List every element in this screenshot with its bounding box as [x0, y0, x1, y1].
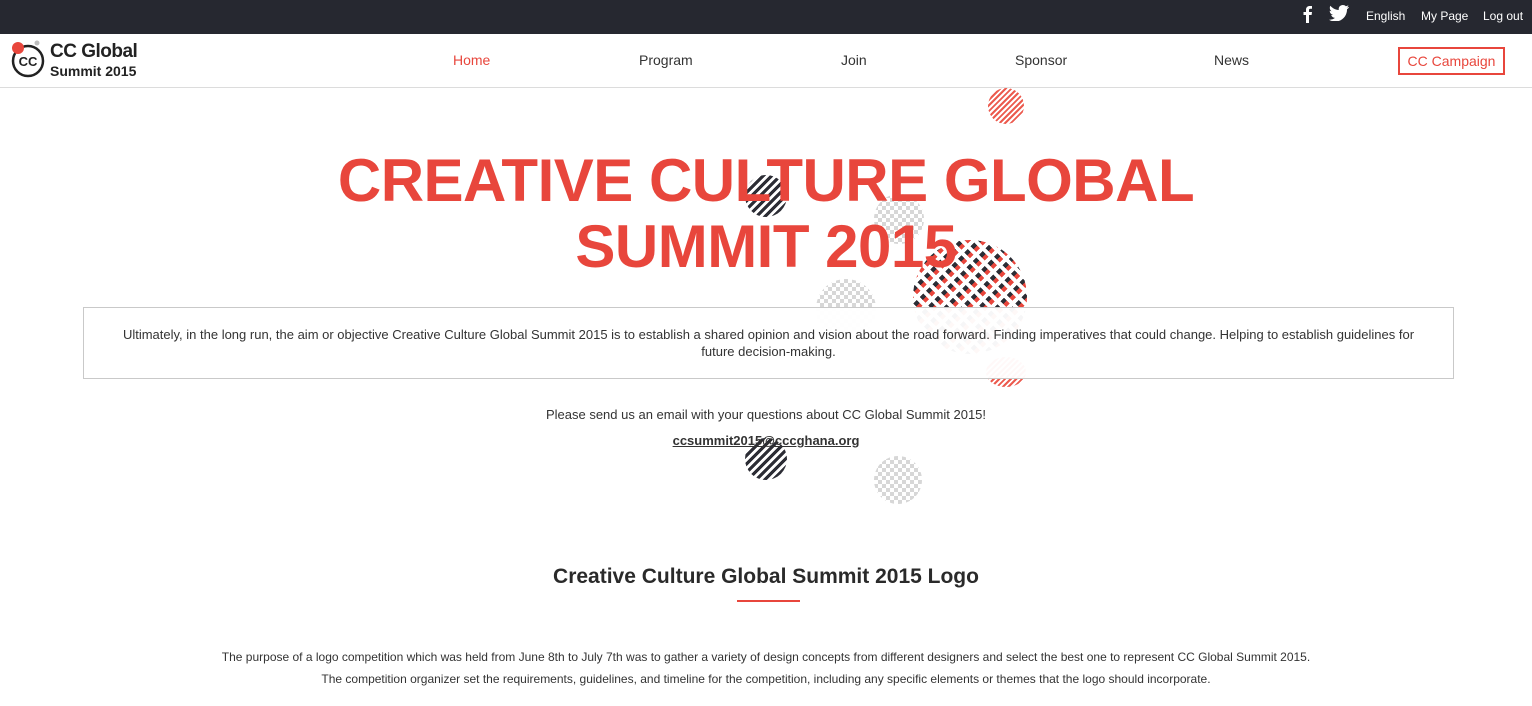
decorative-circle [988, 88, 1024, 124]
main-header: CC CC Global Summit 2015 Home Program Jo… [0, 34, 1532, 88]
section-divider [737, 600, 800, 602]
facebook-icon[interactable] [1300, 5, 1314, 28]
contact-email-link[interactable]: ccsummit2015@cccghana.org [0, 433, 1532, 448]
twitter-icon[interactable] [1329, 5, 1349, 26]
cc-campaign-button[interactable]: CC Campaign [1398, 47, 1505, 75]
summit-description: Ultimately, in the long run, the aim or … [122, 327, 1415, 359]
email-prompt: Please send us an email with your questi… [545, 407, 987, 422]
logo-mark-text: CC [19, 54, 38, 69]
decorative-circle [874, 456, 922, 504]
hero-title-line1: CREATIVE CULTURE GLOBAL [337, 147, 1195, 214]
nav-program[interactable]: Program [639, 52, 693, 68]
hero-title: CREATIVE CULTURE GLOBAL SUMMIT 2015 [0, 148, 1532, 280]
logo-title: CC Global [50, 41, 138, 62]
nav-home[interactable]: Home [453, 52, 490, 68]
site-logo[interactable]: CC CC Global Summit 2015 [10, 39, 138, 83]
nav-news[interactable]: News [1214, 52, 1249, 68]
logo-subtitle: Summit 2015 [50, 63, 137, 79]
nav-join[interactable]: Join [841, 52, 867, 68]
logo-section-title: Creative Culture Global Summit 2015 Logo [553, 565, 979, 588]
language-link[interactable]: English [1366, 9, 1405, 23]
top-bar: English My Page Log out [0, 0, 1532, 34]
logo-mark-icon: CC [11, 40, 45, 78]
logo-section-text-line1: The purpose of a logo competition which … [221, 650, 1311, 664]
logo-section-text-line2: The competition organizer set the requir… [321, 672, 1211, 686]
my-page-link[interactable]: My Page [1421, 9, 1468, 23]
logout-link[interactable]: Log out [1483, 9, 1523, 23]
nav-sponsor[interactable]: Sponsor [1015, 52, 1067, 68]
summit-description-box: Ultimately, in the long run, the aim or … [83, 307, 1454, 379]
hero-title-line2: SUMMIT 2015 [575, 213, 957, 280]
